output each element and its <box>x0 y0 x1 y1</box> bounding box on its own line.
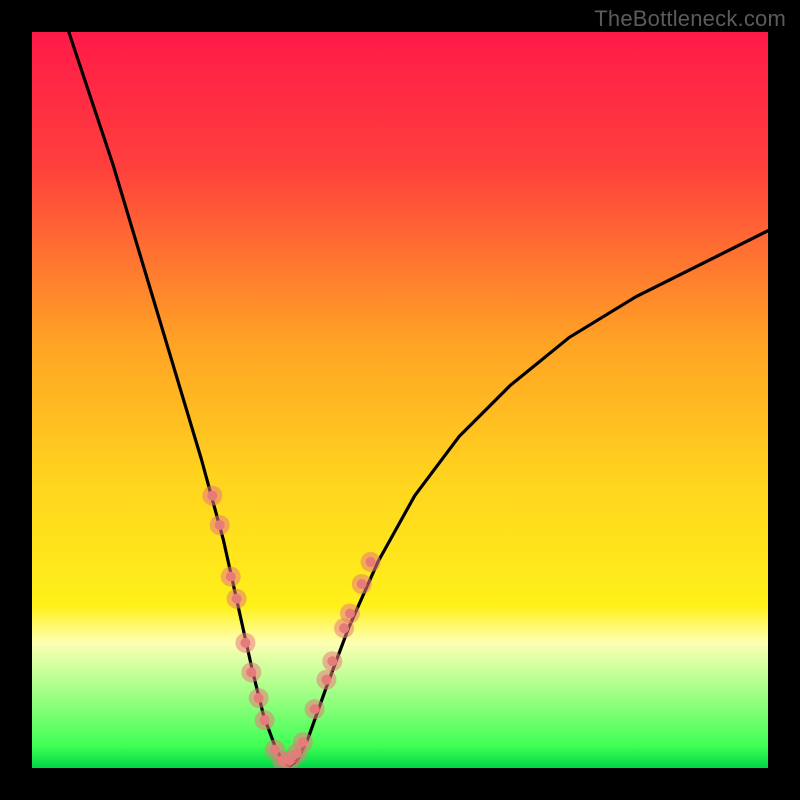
gradient-background <box>32 32 768 768</box>
marker-inner <box>246 667 256 677</box>
marker-inner <box>310 704 320 714</box>
chart-svg <box>32 32 768 768</box>
watermark-text: TheBottleneck.com <box>594 6 786 32</box>
marker-inner <box>345 608 355 618</box>
marker-inner <box>207 491 217 501</box>
marker-inner <box>327 656 337 666</box>
plot-area <box>32 32 768 768</box>
marker-inner <box>321 675 331 685</box>
marker-inner <box>240 638 250 648</box>
chart-frame: TheBottleneck.com <box>0 0 800 800</box>
marker-inner <box>254 693 264 703</box>
marker-inner <box>366 557 376 567</box>
marker-inner <box>232 594 242 604</box>
marker-inner <box>226 572 236 582</box>
marker-inner <box>215 520 225 530</box>
marker-inner <box>260 715 270 725</box>
marker-inner <box>339 623 349 633</box>
marker-inner <box>357 579 367 589</box>
marker-inner <box>298 737 308 747</box>
